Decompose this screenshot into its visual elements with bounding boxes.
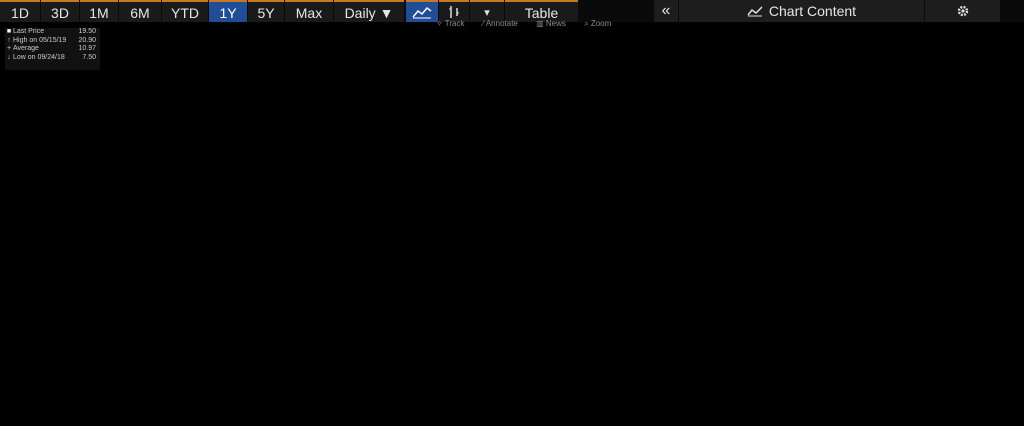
line-chart-icon xyxy=(412,6,432,19)
x-axis: Jun 29 Jul 16 Jul 31 Aug 15 Aug 31 Sep 14 Sep … xyxy=(0,399,996,426)
x-tick-label: Dec 28 xyxy=(517,404,543,413)
y-tick-label: 8.00 xyxy=(1001,363,1017,372)
x-tick-label: Oct 31 xyxy=(353,404,377,413)
range-1y-button[interactable]: 1Y xyxy=(209,0,247,22)
y-tick-label: 16.00 xyxy=(1001,171,1022,180)
x-tick-label: May 31 xyxy=(929,404,956,413)
line-chart-button[interactable] xyxy=(406,0,438,22)
legend-average: + Average 10.97 xyxy=(6,45,96,52)
y-tick-label: 10.00 xyxy=(1001,315,1022,324)
year-label-2019: 2019 xyxy=(753,416,771,425)
price-line xyxy=(0,57,979,380)
x-tick-label: Mar 29 xyxy=(764,404,789,413)
chart-tools-bar: ✧ Track ⁄ Annotate ▥ News ⌕ Zoom xyxy=(436,19,627,31)
zoom-tool[interactable]: ⌕ Zoom xyxy=(584,19,619,28)
range-5y-button[interactable]: 5Y xyxy=(248,0,284,22)
range-3d-button[interactable]: 3D xyxy=(41,0,79,22)
x-tick-label: Aug 15 xyxy=(146,404,172,413)
x-tick-label: Mar 15 xyxy=(723,404,748,413)
last-price-tag xyxy=(998,85,1022,98)
x-tick-label: Nov 15 xyxy=(393,404,419,413)
chart-content-icon xyxy=(747,6,763,17)
frequency-dropdown[interactable]: Daily ▼ xyxy=(334,0,404,22)
x-tick-label: Apr 30 xyxy=(848,404,872,413)
x-tick-label: May 15 xyxy=(887,404,914,413)
legend-low: ↓ Low on 09/24/18 7.50 xyxy=(7,53,96,61)
chart-legend: ■ Last Price 19.50 ↑ High on 05/15/19 20.9… xyxy=(5,28,100,70)
x-tick-label: Jan 31 xyxy=(600,404,625,413)
chart-grid xyxy=(0,27,995,400)
x-tick-label: Jan 15 xyxy=(559,404,584,413)
x-tick-label: Jun 29 xyxy=(23,404,48,413)
range-ytd-button[interactable]: YTD xyxy=(162,0,208,22)
x-tick-label: Feb 14 xyxy=(641,404,666,413)
price-chart[interactable]: 8.0010.0012.0014.0016.0018.0020.0022.00 … xyxy=(0,0,1024,426)
y-tick-label: 18.00 xyxy=(1001,123,1022,132)
legend-last-price: ■ Last Price 19.50 xyxy=(6,28,96,35)
range-1d-button[interactable]: 1D xyxy=(0,0,40,22)
x-tick-label: Apr 15 xyxy=(806,404,830,413)
year-label-2018: 2018 xyxy=(255,416,273,425)
x-tick-label: Jul 16 xyxy=(66,404,88,413)
range-6m-button[interactable]: 6M xyxy=(119,0,161,22)
range-max-button[interactable]: Max xyxy=(285,0,333,22)
track-tool[interactable]: ✧ Track xyxy=(436,19,472,28)
price-series xyxy=(0,57,979,380)
gear-icon xyxy=(957,5,968,17)
y-tick-label: 14.00 xyxy=(1001,219,1022,228)
y-axis: 8.00 10.00 12.00 14.00 16.00 18.00 20.00 22.00 xyxy=(994,27,1022,400)
y-tick-label: 22.00 xyxy=(1001,28,1022,37)
bar-compare-icon xyxy=(449,6,459,18)
x-tick-label: Aug 31 xyxy=(187,404,213,413)
x-tick-label: Dec 14 xyxy=(476,404,502,413)
range-1m-button[interactable]: 1M xyxy=(80,0,118,22)
chart-content-label: Chart Content xyxy=(768,3,857,19)
y-tick-label: 12.00 xyxy=(1001,267,1022,276)
collapse-panel-button[interactable]: « xyxy=(654,0,678,22)
annotate-tool[interactable]: ⁄ Annotate xyxy=(483,19,526,28)
settings-button[interactable] xyxy=(925,0,1000,22)
news-tool[interactable]: ▥ News xyxy=(536,19,574,28)
x-tick-label: Sep 27 xyxy=(270,404,296,413)
x-tick-label: Jun 14 xyxy=(971,404,996,413)
x-tick-label: Sep 14 xyxy=(228,404,254,413)
x-tick-label: Feb 28 xyxy=(682,404,707,413)
chart-content-button[interactable]: Chart Content xyxy=(679,0,924,22)
x-tick-label: Nov 30 xyxy=(434,404,460,413)
x-tick-label: Oct 15 xyxy=(312,404,336,413)
y-tick-label: 20.00 xyxy=(1001,76,1022,85)
last-price-value: 19.50 xyxy=(1000,88,1021,97)
legend-high: ↑ High on 05/15/19 20.90 xyxy=(7,36,96,44)
x-tick-label: Jul 31 xyxy=(107,404,129,413)
last-price-label: 19.50 xyxy=(998,85,1022,98)
